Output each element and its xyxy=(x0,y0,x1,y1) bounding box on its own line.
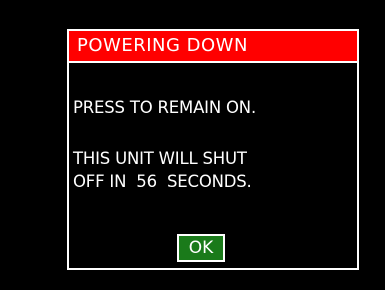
ok-button[interactable]: OK xyxy=(177,234,225,262)
power-down-dialog: POWERING DOWN PRESS TO REMAIN ON. THIS U… xyxy=(67,29,359,270)
shutdown-countdown-message: OFF IN 56 SECONDS. xyxy=(73,172,252,191)
dialog-title-bar: POWERING DOWN xyxy=(69,31,357,63)
shutdown-message-line-1: THIS UNIT WILL SHUT xyxy=(73,149,247,168)
dialog-title: POWERING DOWN xyxy=(77,35,248,56)
remain-on-message: PRESS TO REMAIN ON. xyxy=(73,98,256,117)
